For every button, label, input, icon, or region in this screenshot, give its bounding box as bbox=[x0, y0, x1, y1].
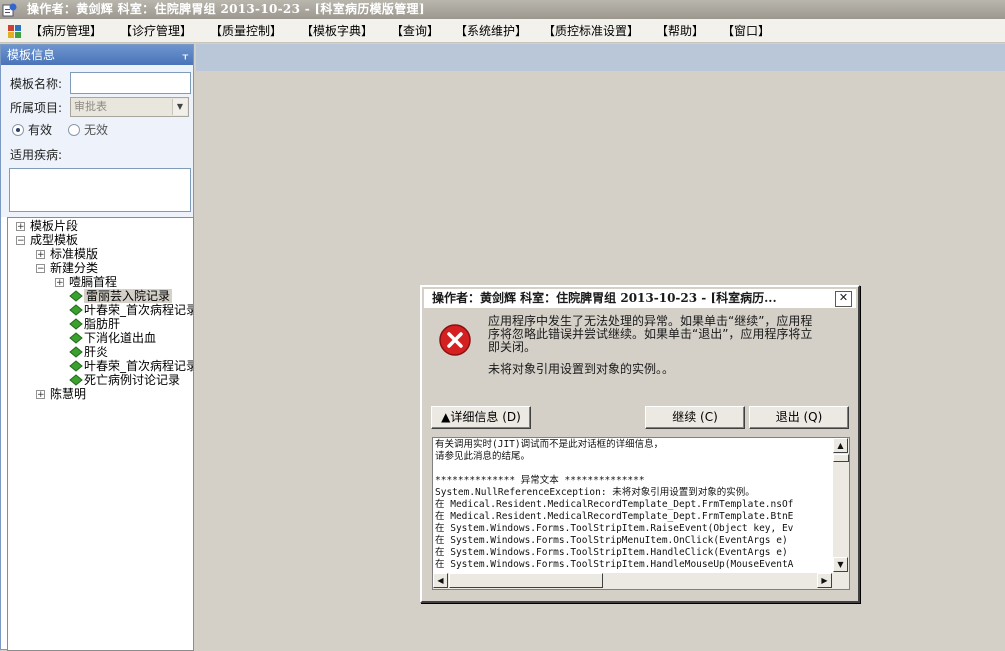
error-message-line: 即关闭。 bbox=[488, 340, 537, 354]
menu-medical-records[interactable]: 【病历管理】 bbox=[30, 23, 102, 39]
template-leaf-icon bbox=[69, 290, 83, 302]
panel-title: 模板信息 bbox=[7, 48, 56, 62]
chevron-down-icon[interactable]: ▼ bbox=[172, 99, 187, 115]
details-line: 有关调用实时(JIT)调试而不是此对话框的详细信息， bbox=[435, 439, 664, 450]
menu-qc-standards[interactable]: 【质控标准设置】 bbox=[543, 23, 639, 39]
tree-node-leaf[interactable]: 肝炎 bbox=[84, 345, 108, 359]
tree-node-leaf-selected[interactable]: 雷丽芸入院记录 bbox=[84, 289, 173, 303]
details-line: 请参见此消息的结尾。 bbox=[435, 451, 531, 462]
error-icon bbox=[439, 324, 471, 356]
details-line: 在 System.Windows.Forms.ToolStripItem.Rai… bbox=[435, 523, 794, 534]
tree-node-leaf[interactable]: 死亡病例讨论记录 bbox=[84, 373, 180, 387]
template-leaf-icon bbox=[69, 360, 83, 372]
template-tree[interactable]: + 模板片段 − 成型模板 + 标准模版 − 新建分类 + 噎膈首程 雷丽芸入院… bbox=[7, 217, 194, 651]
tree-node-leaf[interactable]: 脂肪肝 bbox=[84, 317, 120, 331]
menu-system-maintenance[interactable]: 【系统维护】 bbox=[455, 23, 527, 39]
template-leaf-icon bbox=[69, 332, 83, 344]
tree-node-leaf[interactable]: 下消化道出血 bbox=[84, 331, 156, 345]
details-line: 在 Medical.Resident.MedicalRecordTemplate… bbox=[435, 499, 794, 510]
tree-node-finished-templates[interactable]: 成型模板 bbox=[30, 233, 78, 247]
disease-textarea[interactable] bbox=[9, 168, 191, 212]
exception-details-textbox[interactable]: 有关调用实时(JIT)调试而不是此对话框的详细信息， 请参见此消息的结尾。 **… bbox=[432, 437, 850, 590]
details-line: 在 Medical.Resident.MedicalRecordTemplate… bbox=[435, 511, 794, 522]
tree-node-leaf[interactable]: 叶春荣_首次病程记录 bbox=[84, 303, 193, 317]
tree-node-leaf[interactable]: 叶春荣_首次病程记录 bbox=[84, 359, 193, 373]
expand-icon[interactable]: + bbox=[55, 278, 64, 288]
scroll-up-icon[interactable]: ▲ bbox=[833, 438, 848, 453]
template-leaf-icon bbox=[69, 304, 83, 316]
pin-icon[interactable]: ᚁ bbox=[183, 45, 188, 65]
template-name-label: 模板名称: bbox=[10, 77, 63, 91]
panel-header: 模板信息 ᚁ bbox=[1, 45, 193, 65]
menu-template-dictionary[interactable]: 【模板字典】 bbox=[301, 23, 373, 39]
close-icon[interactable]: ✕ bbox=[835, 291, 852, 307]
details-line: ************** 异常文本 ************** bbox=[435, 475, 645, 486]
vertical-scroll-thumb[interactable] bbox=[833, 454, 849, 462]
vertical-scrollbar[interactable]: ▲ ▼ bbox=[833, 438, 849, 573]
menu-quality-control[interactable]: 【质量控制】 bbox=[210, 23, 282, 39]
exception-dialog: 操作者：黄剑辉 科室：住院脾胃组 2013-10-23 - [科室病历... ✕… bbox=[420, 285, 860, 603]
horizontal-scroll-thumb[interactable] bbox=[449, 573, 603, 588]
workspace-toolstrip bbox=[196, 44, 1005, 71]
scrollbar-corner bbox=[833, 573, 849, 589]
project-select[interactable]: 审批表 ▼ bbox=[70, 97, 189, 117]
collapse-icon[interactable]: − bbox=[36, 264, 45, 274]
project-label: 所属项目: bbox=[10, 101, 63, 115]
details-line: 在 System.Windows.Forms.ToolStripItem.Han… bbox=[435, 559, 794, 570]
project-select-value: 审批表 bbox=[74, 100, 107, 113]
scroll-right-icon[interactable]: ▶ bbox=[817, 573, 832, 588]
tree-node-template-fragments[interactable]: 模板片段 bbox=[30, 219, 78, 233]
menu-diagnosis[interactable]: 【诊疗管理】 bbox=[120, 23, 192, 39]
template-leaf-icon bbox=[69, 318, 83, 330]
tree-node-new-category[interactable]: 新建分类 bbox=[50, 261, 98, 275]
expand-icon[interactable]: + bbox=[36, 250, 45, 260]
menu-help[interactable]: 【帮助】 bbox=[656, 23, 704, 39]
window-title-bar: 操作者：黄剑辉 科室：住院脾胃组 2013-10-23 - [科室病历模版管理] bbox=[0, 0, 1005, 19]
quit-button[interactable]: 退出 (Q) bbox=[749, 406, 849, 429]
status-valid-label: 有效 bbox=[28, 123, 53, 137]
details-button[interactable]: ▲详细信息 (D) bbox=[431, 406, 531, 429]
window-title: 操作者：黄剑辉 科室：住院脾胃组 2013-10-23 - [科室病历模版管理] bbox=[27, 2, 425, 16]
template-info-panel: 模板信息 ᚁ 模板名称: 所属项目: 审批表 ▼ 有效 无效 适用疾病: + 模… bbox=[0, 44, 194, 651]
status-invalid-label: 无效 bbox=[84, 123, 109, 137]
menu-query[interactable]: 【查询】 bbox=[391, 23, 439, 39]
tree-node-chen-huiming[interactable]: 陈慧明 bbox=[50, 387, 86, 401]
status-valid-radio[interactable] bbox=[12, 124, 24, 136]
template-name-input[interactable] bbox=[70, 72, 191, 94]
error-message-line: 序将忽略此错误并尝试继续。如果单击“退出”，应用程序将立 bbox=[488, 327, 813, 341]
details-line: System.NullReferenceException: 未将对象引用设置到… bbox=[435, 487, 755, 498]
dialog-title-bar: 操作者：黄剑辉 科室：住院脾胃组 2013-10-23 - [科室病历... ✕ bbox=[424, 289, 856, 308]
horizontal-scrollbar[interactable]: ◀ ▶ bbox=[433, 573, 833, 589]
template-form: 模板名称: 所属项目: 审批表 ▼ 有效 无效 适用疾病: bbox=[1, 65, 193, 217]
expand-icon[interactable]: + bbox=[16, 222, 25, 232]
error-detail-text: 未将对象引用设置到对象的实例。。 bbox=[488, 362, 675, 376]
scroll-left-icon[interactable]: ◀ bbox=[433, 573, 448, 588]
tree-node-standard-templates[interactable]: 标准模版 bbox=[50, 247, 98, 261]
app-window-icon bbox=[2, 3, 17, 17]
scroll-down-icon[interactable]: ▼ bbox=[833, 557, 848, 572]
continue-button[interactable]: 继续 (C) bbox=[645, 406, 745, 429]
collapse-icon[interactable]: − bbox=[16, 236, 25, 246]
template-leaf-icon bbox=[69, 346, 83, 358]
dialog-title: 操作者：黄剑辉 科室：住院脾胃组 2013-10-23 - [科室病历... bbox=[432, 291, 777, 305]
menu-window[interactable]: 【窗口】 bbox=[722, 23, 770, 39]
tree-node-dysphagia[interactable]: 噎膈首程 bbox=[69, 275, 117, 289]
template-leaf-icon bbox=[69, 374, 83, 386]
details-line: 在 System.Windows.Forms.ToolStripMenuItem… bbox=[435, 535, 788, 546]
menu-app-icon[interactable] bbox=[7, 23, 23, 39]
details-line: 在 System.Windows.Forms.ToolStripItem.Han… bbox=[435, 547, 788, 558]
disease-label: 适用疾病: bbox=[10, 148, 63, 162]
expand-icon[interactable]: + bbox=[36, 390, 45, 400]
menu-bar: 【病历管理】 【诊疗管理】 【质量控制】 【模板字典】 【查询】 【系统维护】 … bbox=[0, 19, 1005, 43]
status-invalid-radio[interactable] bbox=[68, 124, 80, 136]
